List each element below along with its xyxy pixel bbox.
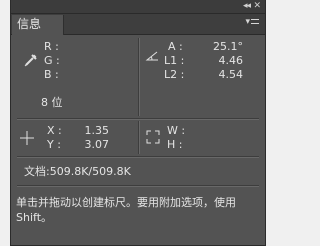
panel-menu-icon[interactable]: ▾ — [245, 17, 259, 27]
label-x: X : — [47, 124, 62, 137]
selection-size-icon — [145, 129, 161, 145]
panel-title-bar: ◂◂ ✕ — [11, 0, 265, 14]
vertical-divider-bottom — [138, 121, 140, 154]
label-y: Y : — [47, 138, 61, 151]
label-l1: L1 : — [164, 54, 185, 67]
value-l2: 4.54 — [218, 68, 244, 81]
divider-2 — [17, 156, 259, 158]
divider-1 — [17, 118, 259, 120]
label-b: B : — [44, 68, 59, 81]
label-h: H : — [167, 138, 183, 151]
collapse-panel-icon[interactable]: ◂◂ — [243, 0, 251, 12]
panel-tab-bar: 信息 ▾ — [11, 14, 265, 35]
label-angle: A : — [168, 40, 183, 53]
value-y: 3.07 — [84, 138, 110, 151]
eyedropper-icon[interactable] — [23, 52, 39, 68]
close-panel-icon[interactable]: ✕ — [253, 0, 261, 12]
crosshair-icon — [19, 130, 35, 146]
value-angle: 25.1° — [213, 40, 243, 53]
value-l1: 4.46 — [218, 54, 244, 67]
angle-icon — [145, 47, 159, 61]
label-w: W : — [167, 124, 186, 137]
bit-depth[interactable]: 8 位 — [41, 97, 63, 109]
label-g: G : — [44, 54, 60, 67]
label-l2: L2 : — [164, 68, 185, 81]
panel-menu-arrow: ▾ — [245, 17, 250, 27]
label-r: R : — [44, 40, 59, 53]
vertical-divider-top — [138, 38, 140, 116]
panel-menu-lines — [251, 19, 259, 24]
tool-hint-text: 单击并拖动以创建标尺。要用附加选项，使用 Shift。 — [16, 196, 236, 224]
value-x: 1.35 — [84, 124, 110, 137]
tab-info[interactable]: 信息 — [12, 15, 64, 35]
divider-3 — [17, 185, 259, 187]
document-size: 文档:509.8K/509.8K — [24, 165, 131, 178]
